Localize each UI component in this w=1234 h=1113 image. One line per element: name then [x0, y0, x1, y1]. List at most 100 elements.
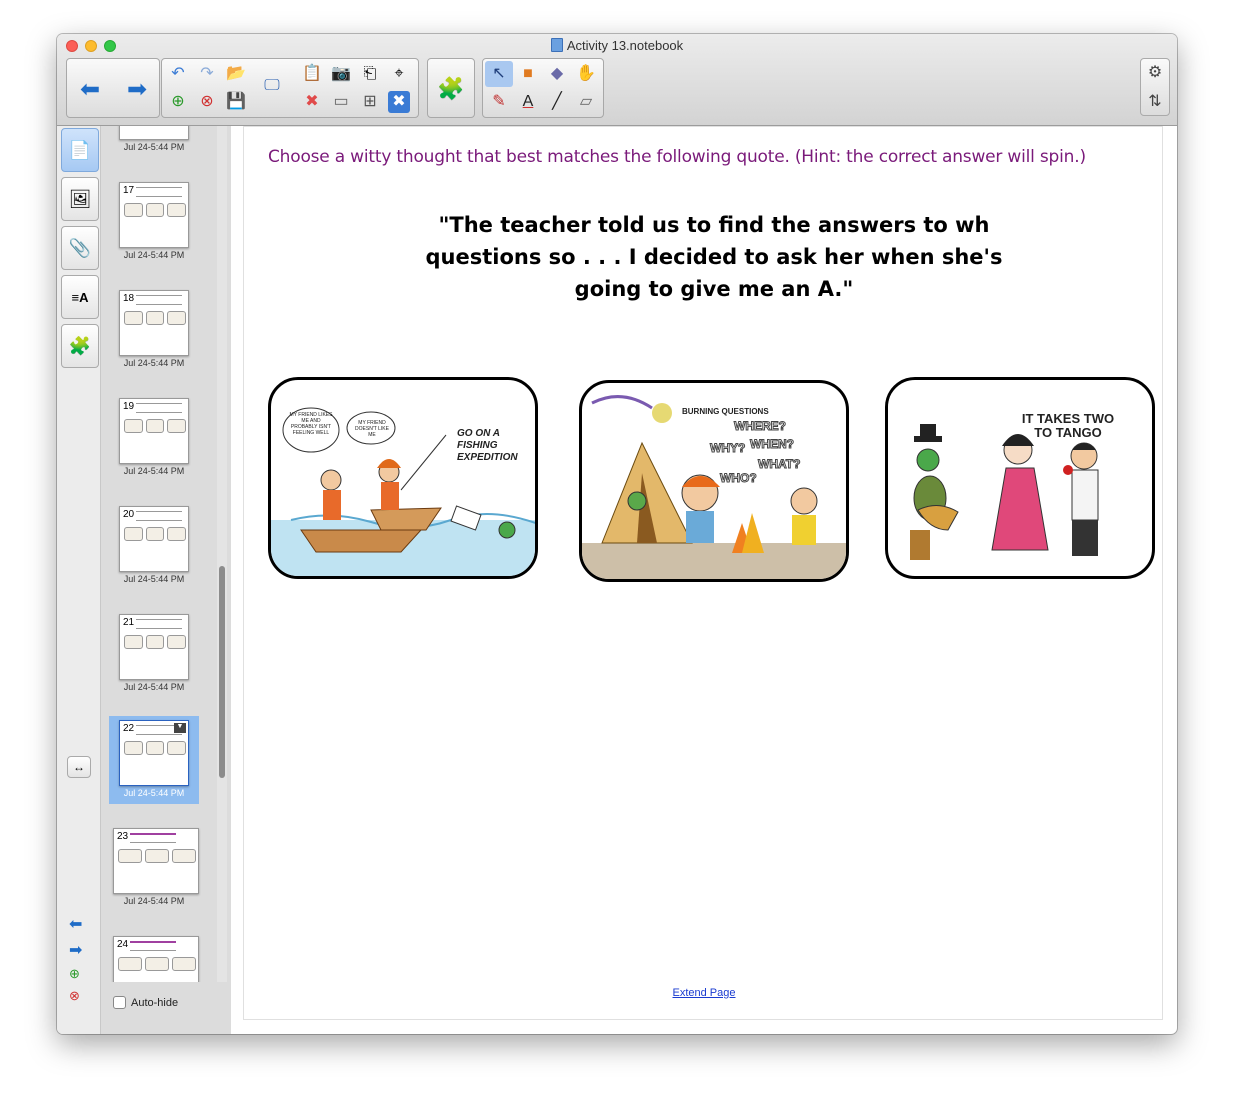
pens-tool-button[interactable]: ✎ [485, 89, 513, 115]
title-bar: Activity 13.notebook ⬅ ➡ ↶ ↷ 📂 ⊕ ⊗ 💾 🖵 📋… [57, 34, 1177, 126]
main-toolbar-group: ↶ ↷ 📂 ⊕ ⊗ 💾 🖵 📋 📷 ⎗ ⌖ ✖ ▭ ⊞ ✖ [161, 58, 419, 118]
cursor-icon: ↖ [492, 65, 506, 82]
dual-page-button[interactable]: ✖ [388, 91, 410, 113]
addons-toolbar-group: 🧩 [427, 58, 475, 118]
tab-properties[interactable]: ≡A [61, 275, 99, 319]
tab-page-sorter[interactable]: 📄 [61, 128, 99, 172]
scrollbar-thumb[interactable] [219, 566, 225, 778]
sidebar-tabs: 📄 🖼 📎 ≡A 🧩 ↔ ⬅ ➡ ⊕ ⊗ [57, 126, 101, 1034]
eraser-icon: ▱ [579, 93, 593, 110]
arrow-left-icon: ⬅ [79, 75, 101, 103]
gear-icon: ⚙ [1147, 64, 1163, 81]
question-word: WHERE? [734, 419, 787, 434]
tab-gallery[interactable]: 🖼 [61, 177, 99, 221]
add-page-button[interactable]: ⊕ [164, 89, 192, 115]
paste-button[interactable]: 📋 [298, 61, 326, 87]
text-icon: A [522, 93, 534, 110]
eraser-tool-button[interactable]: ◆ [543, 61, 571, 87]
redo-button[interactable]: ↷ [193, 61, 221, 87]
auto-hide-toggle[interactable]: Auto-hide [113, 996, 178, 1009]
page-thumbnail-16[interactable]: Jul 24-5:44 PM [109, 126, 199, 158]
open-file-button[interactable]: 📂 [222, 61, 250, 87]
folder-icon: 📂 [226, 65, 246, 82]
page-thumbnail-19[interactable]: 19 Jul 24-5:44 PM [109, 394, 199, 482]
page-thumbnail-21[interactable]: 21 Jul 24-5:44 PM [109, 610, 199, 698]
table-icon: ⊞ [363, 93, 377, 110]
arrow-right-icon: ➡ [126, 75, 148, 103]
clipboard-icon: 📋 [302, 65, 322, 82]
toolbar-position-button[interactable]: ⇅ [1141, 89, 1169, 115]
screen-display-button[interactable]: 🖵 [258, 73, 286, 99]
extend-page-link[interactable]: Extend Page [244, 987, 1164, 999]
page-thumbnail-23[interactable]: 23 Jul 24-5:44 PM [109, 824, 199, 912]
page-thumbnail-22[interactable]: 22 ▼ Jul 24-5:44 PM [109, 716, 199, 804]
shapes-icon: ■ [523, 65, 533, 82]
page-thumbnail-24[interactable]: 24 [109, 932, 199, 982]
cartoon-card-campfire[interactable]: BURNING QUESTIONS WHERE? WHEN? WHY? WHAT… [579, 380, 849, 582]
tab-attachments[interactable]: 📎 [61, 226, 99, 270]
monitor-icon: 🖵 [264, 77, 280, 94]
page-sorter-scrollbar[interactable] [217, 126, 227, 982]
notebook-page[interactable]: Choose a witty thought that best matches… [243, 126, 1163, 1020]
question-word: WHY? [709, 441, 746, 456]
eraser-icon: ◆ [550, 65, 564, 82]
save-button[interactable]: 💾 [222, 89, 250, 115]
insert-table-button[interactable]: ⊞ [356, 89, 384, 115]
delete-page-button[interactable]: ⊗ [193, 89, 221, 115]
move-sidebar-button[interactable]: ↔ [67, 756, 91, 778]
screen-capture-button[interactable]: 📷 [327, 61, 355, 87]
fill-bucket-icon: ✋ [576, 65, 596, 82]
quote-text: "The teacher told us to find the answers… [425, 213, 1003, 301]
arrow-right-icon: ➡ [69, 942, 83, 959]
capture-tools-button[interactable]: ⌖ [385, 61, 413, 87]
auto-hide-checkbox[interactable] [113, 996, 126, 1009]
drawing-tools-group: ↖ ■ ◆ ✋ ✎ A ╱ ▱ [482, 58, 604, 118]
delete-button[interactable]: ✖ [298, 89, 326, 115]
shapes-tool-button[interactable]: ■ [514, 61, 542, 87]
page-thumbnail-list: Jul 24-5:44 PM 17 Jul 24-5:44 PM 18 Jul … [101, 126, 217, 982]
delete-page-icon: ⊗ [200, 93, 214, 110]
page-thumbnail-17[interactable]: 17 Jul 24-5:44 PM [109, 178, 199, 266]
line-tool-button[interactable]: ╱ [543, 89, 571, 115]
properties-icon: ≡A [71, 289, 89, 305]
card-caption: BURNING QUESTIONS [682, 407, 769, 416]
screen-shade-button[interactable]: ⎗ [356, 61, 384, 87]
add-page-icon: ⊕ [171, 93, 185, 110]
sidebar-previous-page-button[interactable]: ⬅ [69, 914, 82, 934]
paperclip-icon: 📎 [68, 237, 92, 258]
sidebar-delete-page-button[interactable]: ⊗ [69, 988, 80, 1004]
previous-page-button[interactable]: ⬅ [67, 60, 113, 118]
select-tool-button[interactable]: ↖ [485, 61, 513, 87]
settings-button[interactable]: ⚙ [1141, 60, 1169, 86]
image-icon: 🖼 [68, 188, 92, 209]
pens-icon: ✎ [492, 93, 506, 110]
navigation-toolbar-group: ⬅ ➡ [66, 58, 160, 118]
add-page-icon: ⊕ [69, 966, 80, 981]
save-icon: 💾 [226, 93, 246, 110]
cartoon-card-tango[interactable]: IT TAKES TWO TO TANGO [885, 377, 1155, 579]
capture-icon: ⌖ [394, 65, 404, 82]
thought-bubble-text: MY FRIEND LIKES ME AND PROBABLY ISN'T FE… [289, 412, 333, 436]
text-tool-button[interactable]: A [514, 89, 542, 115]
undo-button[interactable]: ↶ [164, 61, 192, 87]
sidebar-add-page-button[interactable]: ⊕ [69, 966, 80, 982]
full-screen-button[interactable]: ▭ [327, 89, 355, 115]
app-window: Activity 13.notebook ⬅ ➡ ↶ ↷ 📂 ⊕ ⊗ 💾 🖵 📋… [57, 34, 1177, 1034]
toolbar-options-group: ⚙ ⇅ [1140, 58, 1170, 116]
puzzle-piece-icon: 🧩 [437, 76, 465, 101]
magic-eraser-button[interactable]: ▱ [572, 89, 600, 115]
page-thumbnail-20[interactable]: 20 Jul 24-5:44 PM [109, 502, 199, 590]
addons-button[interactable]: 🧩 [428, 60, 474, 118]
sidebar-next-page-button[interactable]: ➡ [69, 940, 82, 960]
tango-cartoon-image [910, 424, 1099, 560]
cartoon-card-fishing[interactable]: GO ON A FISHING EXPEDITION MY FRIEND LIK… [268, 377, 538, 579]
next-page-button[interactable]: ➡ [114, 60, 160, 118]
thumbnail-menu-icon[interactable]: ▼ [174, 723, 186, 733]
thought-bubble-text: MY FRIEND DOESN'T LIKE ME [355, 420, 389, 438]
page-thumbnail-18[interactable]: 18 Jul 24-5:44 PM [109, 286, 199, 374]
camera-icon: 📷 [331, 65, 351, 82]
tab-addons[interactable]: 🧩 [61, 324, 99, 368]
arrow-left-icon: ⬅ [69, 916, 83, 933]
page-sorter-panel: Jul 24-5:44 PM 17 Jul 24-5:44 PM 18 Jul … [101, 126, 231, 1034]
fill-tool-button[interactable]: ✋ [572, 61, 600, 87]
